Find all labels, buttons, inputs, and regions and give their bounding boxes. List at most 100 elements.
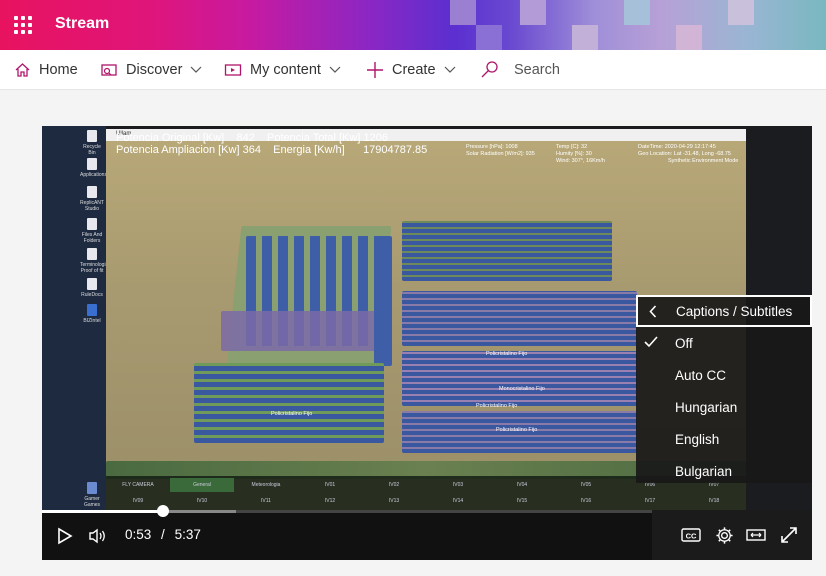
volume-button[interactable] — [86, 525, 110, 547]
right-controls: CC — [652, 510, 812, 560]
search-input[interactable]: Search — [480, 50, 560, 90]
theater-mode-icon — [746, 529, 766, 541]
desktop-icon: BIZIntel — [80, 304, 104, 324]
video-tab: Meteorologia — [251, 482, 281, 488]
solar-array — [402, 351, 637, 406]
desktop-icon: Recycle Bin — [80, 130, 104, 156]
scene-label: Monocristalino Fijo — [499, 386, 545, 392]
caption-option-label: Auto CC — [675, 367, 727, 383]
desktop-icon: Files And Folders — [80, 218, 104, 244]
nav-home[interactable]: Home — [14, 50, 78, 90]
desktop-icon: Gamer Games — [80, 482, 104, 508]
video-tab: IV16 — [580, 498, 592, 504]
weather-hud: Pressure [hPa]: 1008 Solar Radiation [W/… — [466, 144, 535, 157]
video-desktop-strip: Recycle Bin Applications ReplicANT Studi… — [42, 126, 108, 510]
video-tab: IV12 — [324, 498, 336, 504]
play-button[interactable] — [54, 525, 76, 547]
video-tab: IV13 — [388, 498, 400, 504]
nav-my-content-label: My content — [250, 62, 321, 78]
caption-option-label: Hungarian — [675, 399, 738, 415]
caption-option-off[interactable]: Off — [636, 327, 812, 359]
search-placeholder: Search — [514, 62, 560, 78]
gear-icon — [715, 526, 733, 544]
main-nav: Home Discover My content Create Search — [0, 50, 826, 90]
nav-discover-label: Discover — [126, 62, 183, 78]
seek-handle[interactable] — [156, 505, 169, 517]
captions-menu: Captions / Subtitles Off Auto CC Hungari… — [636, 295, 812, 483]
checkmark-icon — [644, 336, 658, 351]
captions-menu-title: Captions / Subtitles — [676, 303, 793, 319]
current-time: 0:53 — [125, 527, 152, 542]
chevron-down-icon — [190, 66, 202, 74]
caption-option-label: Off — [675, 335, 693, 351]
desktop-icon: Applications — [80, 158, 107, 178]
scene-label: Policristalino Fijo — [496, 427, 538, 433]
app-launcher-button[interactable] — [0, 0, 46, 50]
video-tab: IV05 — [580, 482, 592, 488]
chevron-down-icon — [444, 66, 456, 74]
caption-option-label: Bulgarian — [675, 463, 733, 479]
play-icon — [58, 527, 73, 545]
solar-array — [402, 291, 637, 346]
nav-discover[interactable]: Discover — [100, 50, 202, 90]
svg-text:CC: CC — [686, 532, 697, 541]
caption-option-hungarian[interactable]: Hungarian — [636, 391, 812, 423]
app-name[interactable]: Stream — [55, 15, 109, 33]
video-tab: IV11 — [261, 498, 271, 504]
caption-option-label: English — [675, 431, 720, 447]
desktop-icon: Terminologia Proof of fit — [80, 248, 108, 274]
video-tab: IV04 — [516, 482, 528, 488]
nav-home-label: Home — [39, 62, 78, 78]
location-hud: DateTime: 2020-04-29 12:17:45 Geo Locati… — [638, 144, 739, 164]
nav-create[interactable]: Create — [366, 50, 456, 90]
video-tab: FLY CAMERA — [122, 482, 154, 488]
player-controls: 0:53 / 5:37 CC — [42, 505, 812, 560]
nav-create-label: Create — [392, 62, 436, 78]
played-range — [42, 510, 163, 513]
video-tab: IV10 — [196, 498, 208, 504]
captions-button[interactable]: CC — [678, 524, 704, 546]
weather-hud-2: Temp [C]: 32 Humity [%]: 30 Wind: 307°, … — [556, 144, 605, 164]
power-hud: Potencia Original [Kw] 842 Potencia Tota… — [116, 132, 428, 156]
scene-label: Policristalino Fijo — [271, 411, 313, 417]
caption-option-auto-cc[interactable]: Auto CC — [636, 359, 812, 391]
solar-array — [221, 311, 381, 351]
captions-back-button[interactable]: Captions / Subtitles — [636, 295, 812, 327]
plus-icon — [366, 61, 384, 79]
solar-array — [374, 236, 392, 366]
closed-captions-icon: CC — [681, 528, 701, 542]
solar-array — [402, 221, 612, 281]
volume-icon — [89, 528, 105, 544]
chevron-down-icon — [329, 66, 341, 74]
buffered-range — [168, 510, 236, 513]
fullscreen-button[interactable] — [776, 522, 802, 548]
caption-option-bulgarian[interactable]: Bulgarian — [636, 455, 812, 487]
chevron-left-icon — [638, 304, 668, 318]
duration: 5:37 — [174, 527, 201, 542]
waffle-icon — [14, 16, 32, 34]
app-header: Stream — [0, 0, 826, 50]
caption-option-english[interactable]: English — [636, 423, 812, 455]
solar-array — [194, 363, 384, 443]
time-separator: / — [161, 527, 165, 542]
video-tab: IV18 — [708, 498, 720, 504]
video-tab: IV03 — [452, 482, 464, 488]
desktop-icon: RuleDocs — [80, 278, 104, 298]
theater-mode-button[interactable] — [744, 524, 768, 546]
scene-label: Policristalino Fijo — [486, 351, 528, 357]
scene-label: Policristalino Fijo — [476, 403, 518, 409]
time-display: 0:53 / 5:37 — [125, 527, 201, 542]
video-tab: IV02 — [388, 482, 400, 488]
video-icon — [224, 62, 242, 78]
expand-icon — [781, 527, 797, 543]
video-tab: General — [170, 478, 234, 492]
video-tab: IV15 — [516, 498, 528, 504]
video-tab: IV01 — [324, 482, 336, 488]
video-tab: IV17 — [644, 498, 656, 504]
settings-button[interactable] — [712, 524, 736, 546]
video-player[interactable]: Recycle Bin Applications ReplicANT Studi… — [42, 126, 812, 560]
nav-my-content[interactable]: My content — [224, 50, 341, 90]
discover-icon — [100, 62, 118, 78]
home-icon — [14, 62, 31, 78]
desktop-icon: ReplicANT Studio — [80, 186, 104, 212]
